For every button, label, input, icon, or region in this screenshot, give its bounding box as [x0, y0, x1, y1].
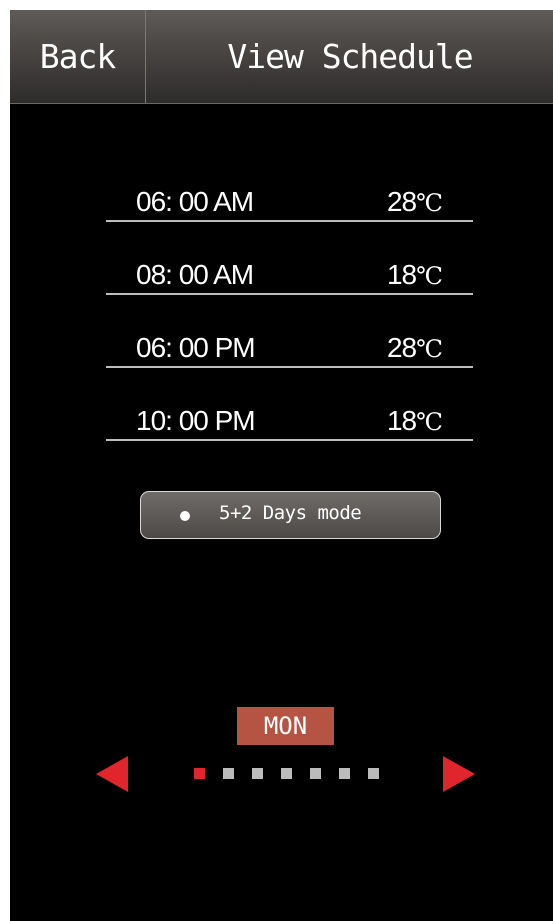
temperature-value: 18	[386, 405, 417, 436]
day-indicator-dot	[223, 768, 234, 779]
temperature-unit: ℃	[416, 335, 443, 363]
next-day-arrow-icon[interactable]	[443, 756, 475, 792]
row-divider	[106, 293, 473, 295]
row-divider	[106, 220, 473, 222]
schedule-temperature: 28℃	[387, 186, 443, 218]
temperature-unit: ℃	[416, 408, 443, 436]
day-indicator-dot	[252, 768, 263, 779]
current-day-badge: MON	[237, 707, 334, 745]
schedule-temperature: 18℃	[387, 405, 443, 437]
schedule-row[interactable]: 10: 00 PM 18℃	[106, 397, 473, 470]
back-button[interactable]: Back	[10, 10, 146, 103]
temperature-unit: ℃	[416, 262, 443, 290]
schedule-temperature: 18℃	[387, 259, 443, 291]
header-bar: Back View Schedule	[10, 10, 553, 104]
schedule-row[interactable]: 06: 00 PM 28℃	[106, 324, 473, 397]
row-divider	[106, 439, 473, 441]
row-divider	[106, 366, 473, 368]
schedule-row[interactable]: 08: 00 AM 18℃	[106, 251, 473, 324]
schedule-row[interactable]: 06: 00 AM 28℃	[106, 178, 473, 251]
schedule-time: 10: 00 PM	[136, 405, 256, 436]
previous-day-arrow-icon[interactable]	[96, 756, 128, 792]
radio-dot-icon	[180, 511, 190, 521]
schedule-time: 06: 00 PM	[136, 332, 256, 363]
schedule-time: 08: 00 AM	[136, 259, 254, 290]
mode-label: 5+2 Days mode	[219, 502, 362, 524]
page-title: View Schedule	[227, 37, 473, 76]
schedule-time: 06: 00 AM	[136, 186, 254, 217]
temperature-value: 28	[386, 186, 417, 217]
day-indicator-dot	[368, 768, 379, 779]
day-indicator-dot	[281, 768, 292, 779]
schedule-screen: Back View Schedule 06: 00 AM 28℃ 08: 00 …	[10, 10, 553, 921]
day-indicator-dot	[339, 768, 350, 779]
temperature-value: 18	[386, 259, 417, 290]
mode-button[interactable]: 5+2 Days mode	[140, 491, 441, 539]
schedule-temperature: 28℃	[387, 332, 443, 364]
temperature-unit: ℃	[416, 189, 443, 217]
temperature-value: 28	[386, 332, 417, 363]
schedule-list: 06: 00 AM 28℃ 08: 00 AM 18℃ 06: 00 PM 28…	[106, 178, 473, 470]
day-indicator-dot	[310, 768, 321, 779]
day-indicator-dot	[194, 768, 205, 779]
